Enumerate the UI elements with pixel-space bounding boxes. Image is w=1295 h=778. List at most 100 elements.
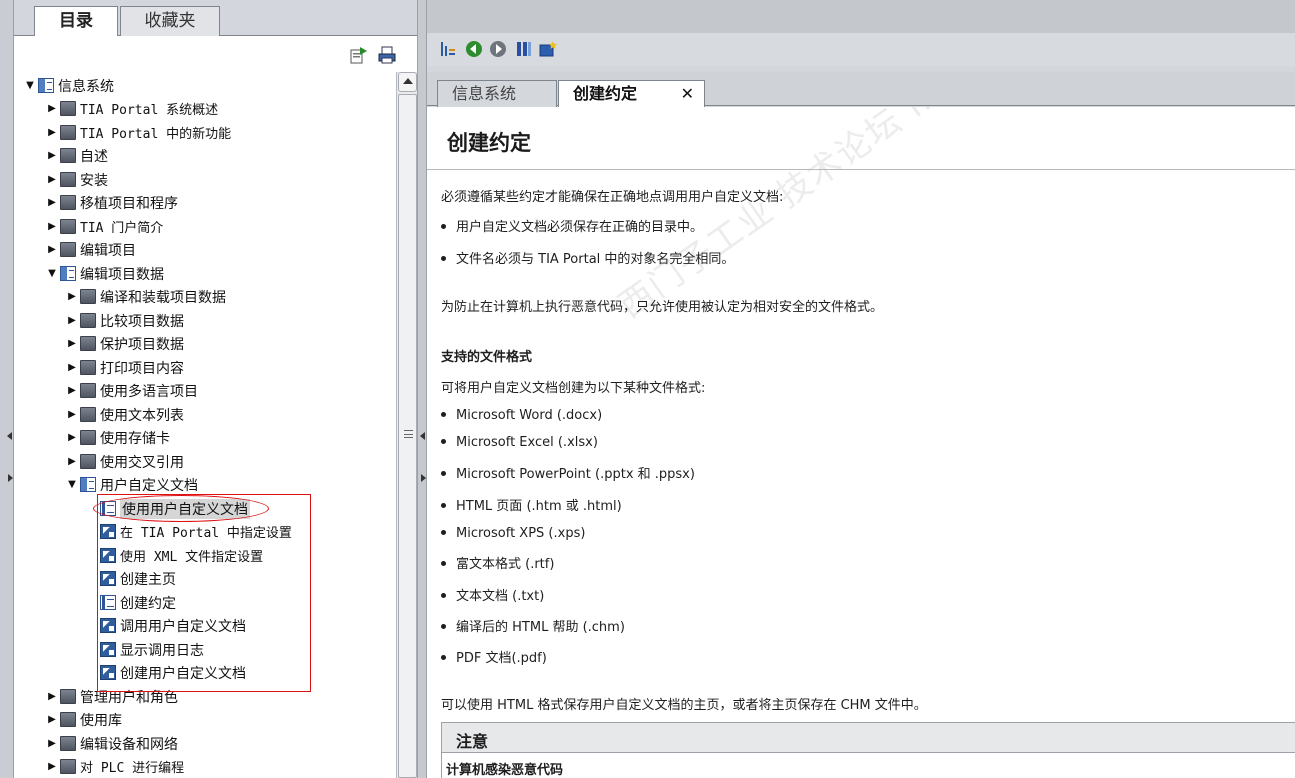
tree-item[interactable]: ▶ TIA 门户简介 — [46, 215, 163, 238]
tree-item[interactable]: ▶ 安装 — [46, 168, 108, 191]
tree-item[interactable]: ▶ 使用交叉引用 — [66, 450, 184, 473]
bullet-dot-icon — [441, 224, 446, 229]
book-icon — [80, 336, 96, 351]
expand-arrow-icon[interactable]: ▶ — [46, 244, 58, 255]
book-icon — [60, 689, 76, 704]
tree-item[interactable]: ▶ 移植项目和程序 — [46, 191, 178, 214]
scroll-thumb[interactable] — [398, 94, 417, 778]
pane-splitter[interactable] — [417, 0, 427, 778]
tab-information-system-label: 信息系统 — [452, 84, 517, 103]
tree-item-label: 用户自定义文档 — [100, 477, 198, 494]
tree-item[interactable]: ▶ 编辑设备和网络 — [46, 732, 178, 755]
add-favorite-icon[interactable] — [539, 40, 557, 58]
expand-right-icon[interactable] — [8, 474, 13, 482]
tree-item[interactable]: ▼ 编辑项目数据 — [46, 262, 164, 285]
watermark: 西门子工业 技术论坛 industry.siemens.com/cs — [607, 107, 1295, 327]
bullet-item: 用户自定义文档必须保存在正确的目录中。 — [441, 216, 703, 235]
tree-item[interactable]: ▼ 信息系统 — [24, 74, 114, 97]
tree-item[interactable]: ▶ 编辑项目 — [46, 238, 136, 261]
expand-arrow-icon[interactable]: ▶ — [46, 738, 58, 749]
expand-arrow-icon[interactable]: ▶ — [66, 409, 78, 420]
forward-icon[interactable] — [489, 40, 507, 58]
left-collapse-strip[interactable] — [0, 0, 14, 778]
tree-item-label: 保护项目数据 — [100, 336, 184, 353]
help-window: 目录 收藏夹 ▼ 信息系统 ▶ TIA Portal 系统概述 ▶ TIA Portal … — [0, 0, 1295, 778]
tree-scrollbar[interactable] — [396, 72, 417, 778]
expand-arrow-icon[interactable]: ▶ — [46, 127, 58, 138]
tree-item[interactable]: ▶ TIA Portal 中的新功能 — [46, 121, 231, 144]
bullet-dot-icon — [441, 439, 446, 444]
collapse-arrow-icon[interactable]: ▼ — [46, 268, 58, 279]
book-icon — [80, 430, 96, 445]
scroll-grip-icon — [404, 430, 413, 438]
bullet-text: Microsoft Excel (.xlsx) — [456, 435, 598, 450]
tab-favorites[interactable]: 收藏夹 — [120, 6, 220, 36]
tab-contents[interactable]: 目录 — [34, 6, 118, 37]
content-toolbar — [427, 33, 1295, 66]
expand-arrow-icon[interactable]: ▶ — [46, 103, 58, 114]
tree-item[interactable]: ▶ 自述 — [46, 144, 108, 167]
expand-arrow-icon[interactable]: ▶ — [66, 362, 78, 373]
book-icon — [60, 759, 76, 774]
expand-arrow-icon[interactable]: ▶ — [66, 456, 78, 467]
tree-item[interactable]: ▼ 用户自定义文档 — [66, 473, 198, 496]
book-icon — [60, 101, 76, 116]
bullet-item: Microsoft PowerPoint (.pptx 和 .ppsx) — [441, 463, 695, 482]
expand-arrow-icon[interactable]: ▶ — [66, 291, 78, 302]
open-book-icon — [60, 266, 76, 281]
book-icon — [80, 383, 96, 398]
book-icon — [60, 195, 76, 210]
tree-item-label: 编辑设备和网络 — [80, 736, 178, 753]
tree-item[interactable]: ▶ 比较项目数据 — [66, 309, 184, 332]
show-in-tree-icon[interactable] — [439, 40, 457, 58]
tree-item[interactable]: ▶ 对 PLC 进行编程 — [46, 755, 184, 778]
splitter-right-icon[interactable] — [421, 474, 426, 482]
expand-arrow-icon[interactable]: ▶ — [66, 385, 78, 396]
tab-information-system[interactable]: 信息系统 — [437, 80, 557, 107]
bullet-text: 用户自定义文档必须保存在正确的目录中。 — [456, 220, 704, 235]
expand-arrow-icon[interactable]: ▶ — [46, 174, 58, 185]
tree-item[interactable]: ▶ 使用存储卡 — [66, 426, 170, 449]
navigation-pane: 目录 收藏夹 ▼ 信息系统 ▶ TIA Portal 系统概述 ▶ TIA Portal … — [0, 0, 427, 778]
formats-intro: 可将用户自定义文档创建为以下某种文件格式: — [441, 381, 706, 396]
tree-item[interactable]: ▶ 使用多语言项目 — [66, 379, 198, 402]
tree-item[interactable]: ▶ 保护项目数据 — [66, 332, 184, 355]
print-icon[interactable] — [378, 46, 396, 64]
tree-item-label: 自述 — [80, 148, 108, 165]
tree-item[interactable]: ▶ TIA Portal 系统概述 — [46, 97, 218, 120]
bullet-item: 文本文档 (.txt) — [441, 585, 544, 604]
bullet-dot-icon — [441, 503, 446, 508]
collapse-arrow-icon[interactable]: ▼ — [66, 479, 78, 490]
tree-item-label: 编辑项目数据 — [80, 266, 164, 283]
back-icon[interactable] — [465, 40, 483, 58]
tree-item[interactable]: ▶ 使用库 — [46, 708, 122, 731]
expand-arrow-icon[interactable]: ▶ — [46, 197, 58, 208]
sync-contents-icon[interactable] — [350, 46, 368, 64]
expand-arrow-icon[interactable]: ▶ — [46, 221, 58, 232]
collapse-left-icon[interactable] — [7, 432, 12, 440]
expand-arrow-icon[interactable]: ▶ — [66, 338, 78, 349]
expand-arrow-icon[interactable]: ▶ — [66, 315, 78, 326]
expand-arrow-icon[interactable]: ▶ — [66, 432, 78, 443]
bullet-text: 文件名必须与 TIA Portal 中的对象名完全相同。 — [456, 252, 735, 267]
expand-arrow-icon[interactable]: ▶ — [46, 714, 58, 725]
tab-create-conventions-label: 创建约定 — [573, 84, 638, 103]
tree-item-label: 比较项目数据 — [100, 313, 184, 330]
expand-arrow-icon[interactable]: ▶ — [46, 691, 58, 702]
bullet-dot-icon — [441, 561, 446, 566]
tree-item[interactable]: ▶ 使用文本列表 — [66, 403, 184, 426]
collapse-arrow-icon[interactable]: ▼ — [24, 80, 36, 91]
tree-item[interactable]: ▶ 打印项目内容 — [66, 356, 184, 379]
scroll-up-button[interactable] — [398, 72, 417, 92]
bullet-item: Microsoft XPS (.xps) — [441, 526, 585, 541]
expand-arrow-icon[interactable]: ▶ — [46, 761, 58, 772]
tab-create-conventions[interactable]: 创建约定 ✕ — [558, 80, 705, 108]
tree-item[interactable]: ▶ 编译和装载项目数据 — [66, 285, 226, 308]
expand-arrow-icon[interactable]: ▶ — [46, 150, 58, 161]
bullet-dot-icon — [441, 655, 446, 660]
close-tab-icon[interactable]: ✕ — [681, 81, 694, 107]
splitter-left-icon[interactable] — [420, 432, 425, 440]
bookmark-icon[interactable] — [515, 40, 533, 58]
open-book-icon — [38, 78, 54, 93]
title-divider — [427, 169, 1295, 170]
